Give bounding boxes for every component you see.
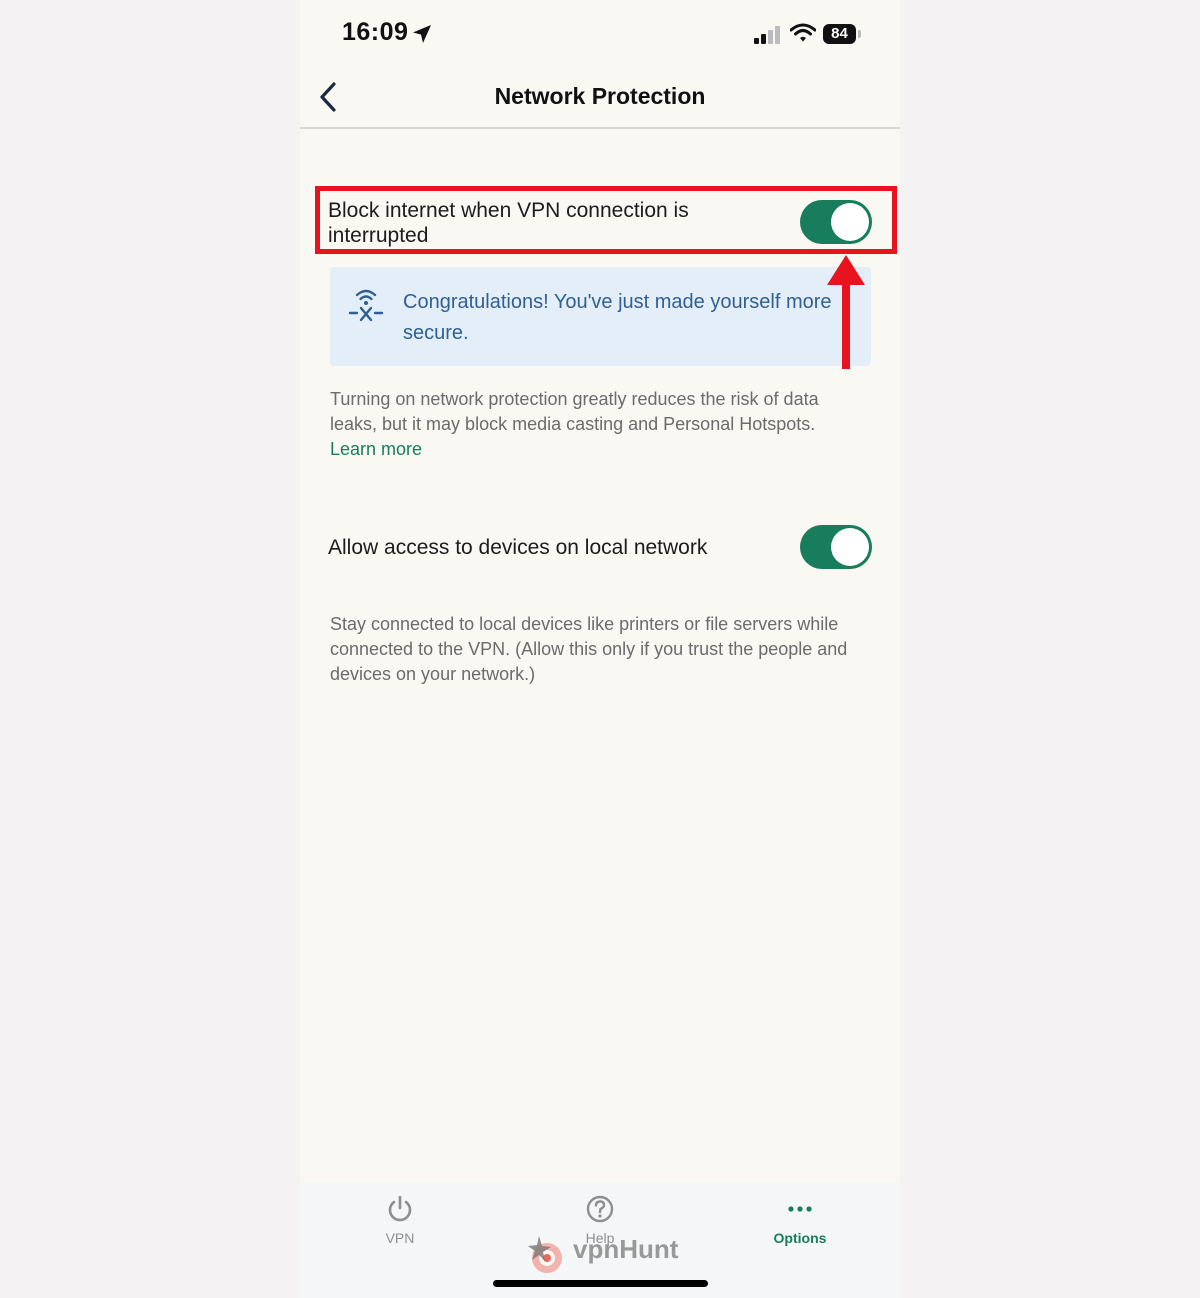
home-indicator [493,1280,708,1287]
battery-cap [858,30,861,38]
toggle-knob [831,203,869,241]
watermark-text: vpnHunt [573,1234,679,1264]
tab-vpn-label: VPN [385,1230,415,1246]
status-time: 16:09 [342,18,409,46]
watermark-logo: vpnHunt [525,1232,685,1276]
battery-indicator: 84 [823,24,856,44]
success-notice: Congratulations! You've just made yourse… [330,267,871,366]
location-arrow-icon [413,25,431,43]
local-network-label: Allow access to devices on local network [328,536,708,559]
toggle-knob [831,528,869,566]
more-dots-icon [788,1206,812,1212]
wifi-shield-icon [348,289,384,322]
local-network-toggle[interactable] [800,525,872,569]
navigation-bar: Network Protection [300,70,900,129]
signal-icon [754,26,780,44]
tab-options[interactable]: Options [740,1194,860,1246]
tab-options-label: Options [773,1230,827,1246]
question-icon [586,1195,614,1223]
page-title: Network Protection [494,83,706,109]
success-notice-text: Congratulations! You've just made yourse… [403,291,832,344]
network-protection-description-text: Turning on network protection greatly re… [330,389,819,434]
block-internet-toggle[interactable] [800,200,872,244]
annotation-arrow-icon [827,255,865,369]
tab-vpn[interactable]: VPN [340,1194,460,1246]
vpnhunt-logo-icon [528,1236,562,1273]
wifi-icon [790,23,816,42]
phone-screen: 16:09 84 Network Protection Block intern… [300,0,900,1298]
learn-more-link[interactable]: Learn more [330,439,422,459]
network-protection-description: Turning on network protection greatly re… [330,387,870,462]
status-bar: 16:09 84 [300,0,900,70]
block-internet-label: Block internet when VPN connection is in… [328,199,689,247]
local-network-description: Stay connected to local devices like pri… [330,614,848,684]
power-icon [388,1195,412,1222]
